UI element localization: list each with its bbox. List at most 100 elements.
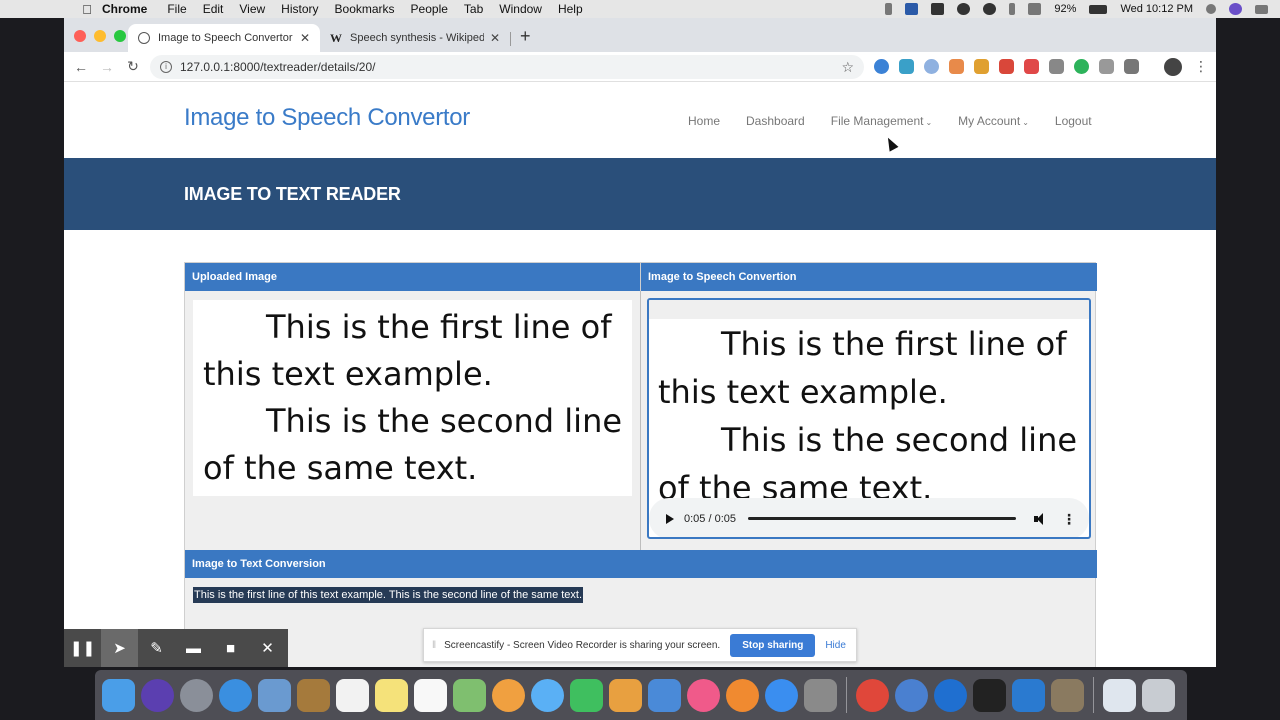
teamviewer-icon[interactable] <box>934 678 967 712</box>
pen-tool-icon[interactable]: ✎ <box>138 629 175 667</box>
extension-icon-1[interactable] <box>874 59 889 74</box>
menu-people[interactable]: People <box>411 2 448 16</box>
cursor-tool-icon[interactable]: ➤ <box>101 629 138 667</box>
nav-home[interactable]: Home <box>688 114 720 128</box>
new-tab-button[interactable]: + <box>520 26 531 47</box>
downloads-folder-icon[interactable] <box>1103 678 1136 712</box>
siri-dock-icon[interactable] <box>141 678 174 712</box>
hide-button[interactable]: Hide <box>825 640 846 651</box>
close-tab-icon[interactable]: ✕ <box>300 31 310 45</box>
close-tab-icon[interactable]: ✕ <box>490 31 500 45</box>
extension-icon-10[interactable] <box>1099 59 1114 74</box>
system-preferences-icon[interactable] <box>804 678 837 712</box>
cloud-icon[interactable] <box>957 3 971 15</box>
trash-icon[interactable] <box>1142 678 1175 712</box>
camera-tool-icon[interactable]: ■ <box>212 629 249 667</box>
tab-wikipedia[interactable]: W Speech synthesis - Wikipedia ✕ <box>320 24 510 52</box>
wifi-icon[interactable] <box>1028 3 1042 15</box>
extension-icon-9[interactable] <box>1074 59 1089 74</box>
nav-file-management[interactable]: File Management ⌄ <box>831 114 932 128</box>
nav-my-account[interactable]: My Account ⌄ <box>958 114 1029 128</box>
zoom-window-button[interactable] <box>114 30 126 42</box>
stop-sharing-button[interactable]: Stop sharing <box>730 633 816 657</box>
menu-edit[interactable]: Edit <box>203 2 224 16</box>
keynote-icon[interactable] <box>648 678 681 712</box>
browser-menu-icon[interactable]: ⋮ <box>1194 58 1208 75</box>
finder-icon[interactable] <box>102 678 135 712</box>
apple-icon[interactable]:  <box>72 2 102 17</box>
bluetooth-icon[interactable] <box>1009 3 1016 15</box>
bookmark-star-icon[interactable]: ☆ <box>841 59 854 76</box>
nav-my-account-label: My Account <box>958 114 1021 128</box>
extension-icon-5[interactable] <box>974 59 989 74</box>
facetime-icon[interactable] <box>570 678 603 712</box>
extension-icon-6[interactable] <box>999 59 1014 74</box>
eraser-tool-icon[interactable]: ▬ <box>175 629 212 667</box>
vscode-icon[interactable] <box>1012 678 1045 712</box>
camera-extension-icon[interactable] <box>1124 59 1139 74</box>
tab-image-to-speech[interactable]: Image to Speech Convertor ✕ <box>128 24 320 52</box>
docker-icon[interactable] <box>931 3 945 15</box>
close-window-button[interactable] <box>74 30 86 42</box>
url-text[interactable]: 127.0.0.1:8000/textreader/details/20/ <box>180 60 375 74</box>
menu-app-name[interactable]: Chrome <box>102 2 147 16</box>
volume-icon[interactable] <box>1034 512 1048 525</box>
menu-help[interactable]: Help <box>558 2 583 16</box>
drag-handle-icon[interactable]: ‖ <box>432 640 436 651</box>
menu-tab[interactable]: Tab <box>464 2 483 16</box>
image-text-line: This is the first line of <box>266 308 612 346</box>
reminders-icon[interactable] <box>414 678 447 712</box>
info-status-icon[interactable] <box>983 3 997 15</box>
menu-file[interactable]: File <box>167 2 186 16</box>
menu-history[interactable]: History <box>281 2 318 16</box>
books-icon[interactable] <box>726 678 759 712</box>
screen-share-icon[interactable] <box>905 3 919 15</box>
battery-icon[interactable] <box>1089 4 1108 14</box>
chrome-canary-icon[interactable] <box>895 678 928 712</box>
extension-icon-7[interactable] <box>1024 59 1039 74</box>
safari-icon[interactable] <box>219 678 252 712</box>
microphone-icon[interactable] <box>885 3 893 15</box>
messages-icon[interactable] <box>531 678 564 712</box>
nav-logout[interactable]: Logout <box>1055 114 1092 128</box>
photos-icon[interactable] <box>492 678 525 712</box>
notification-center-icon[interactable] <box>1255 4 1268 14</box>
app-store-icon[interactable] <box>765 678 798 712</box>
spotlight-search-icon[interactable] <box>1206 4 1216 14</box>
gimp-icon[interactable] <box>1051 678 1084 712</box>
forward-button[interactable]: → <box>94 59 120 75</box>
extension-icon-2[interactable] <box>899 59 914 74</box>
pages-icon[interactable] <box>609 678 642 712</box>
calendar-icon[interactable] <box>336 678 369 712</box>
notes-brown-icon[interactable] <box>297 678 330 712</box>
minimize-window-button[interactable] <box>94 30 106 42</box>
terminal-icon[interactable] <box>973 678 1006 712</box>
nav-dashboard[interactable]: Dashboard <box>746 114 805 128</box>
menu-bookmarks[interactable]: Bookmarks <box>335 2 395 16</box>
extension-icon-4[interactable] <box>949 59 964 74</box>
chrome-icon[interactable] <box>856 678 889 712</box>
play-icon[interactable] <box>666 513 674 524</box>
siri-icon[interactable] <box>1229 3 1242 15</box>
back-button[interactable]: ← <box>68 59 94 75</box>
site-info-icon[interactable]: i <box>160 61 172 73</box>
close-toolbar-icon[interactable]: ✕ <box>249 629 286 667</box>
stickies-icon[interactable] <box>375 678 408 712</box>
converted-text[interactable]: This is the first line of this text exam… <box>193 587 584 603</box>
music-icon[interactable] <box>687 678 720 712</box>
launchpad-icon[interactable] <box>180 678 213 712</box>
preview-icon[interactable] <box>258 678 291 712</box>
maps-icon[interactable] <box>453 678 486 712</box>
address-bar[interactable]: i 127.0.0.1:8000/textreader/details/20/ … <box>150 55 864 79</box>
pause-icon[interactable]: ❚❚ <box>64 629 101 667</box>
menu-window[interactable]: Window <box>499 2 542 16</box>
menu-view[interactable]: View <box>239 2 265 16</box>
extension-icon-8[interactable] <box>1049 59 1064 74</box>
site-brand[interactable]: Image to Speech Convertor <box>184 104 470 132</box>
menubar-clock[interactable]: Wed 10:12 PM <box>1120 3 1193 15</box>
profile-avatar[interactable] <box>1164 58 1182 76</box>
reload-button[interactable]: ↻ <box>120 58 146 75</box>
audio-progress-bar[interactable] <box>748 517 1016 520</box>
more-options-icon[interactable]: ⋮ <box>1062 512 1076 526</box>
extension-icon-3[interactable] <box>924 59 939 74</box>
